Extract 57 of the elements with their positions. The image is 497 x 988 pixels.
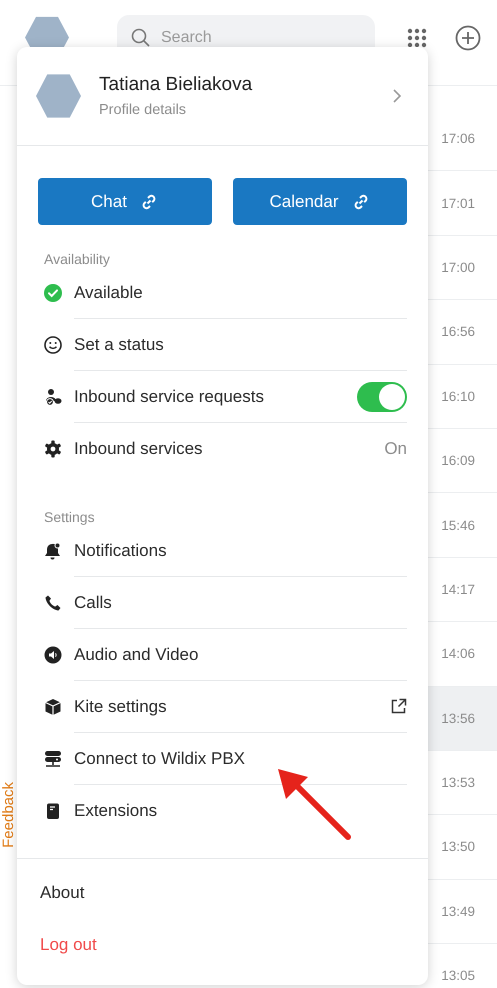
status-check-icon <box>44 284 62 302</box>
chat-time: 15:46 <box>441 518 475 533</box>
menu-item-label: Connect to Wildix PBX <box>74 748 246 768</box>
smiley-icon <box>44 336 62 354</box>
chat-time: 16:56 <box>441 324 475 340</box>
menu-item[interactable]: Extensions <box>17 785 428 837</box>
menu-item[interactable]: Inbound services On <box>17 423 428 475</box>
chat-time: 17:06 <box>441 131 475 146</box>
section-title: Settings <box>43 508 96 525</box>
menu-item-label: Notifications <box>74 540 167 560</box>
logout-item[interactable]: Log out <box>17 919 428 971</box>
chat-time: 16:09 <box>441 453 475 468</box>
section-title: Availability <box>43 250 111 267</box>
apps-grid-icon[interactable] <box>407 28 427 48</box>
user-name: Tatiana Bieliakova <box>99 74 254 96</box>
menu-item[interactable]: About <box>17 867 428 919</box>
menu-item-label: Extensions <box>74 801 158 821</box>
chat-time: 13:53 <box>441 775 475 790</box>
chat-time: 17:01 <box>441 196 475 211</box>
chat-time: 13:56 <box>441 710 475 726</box>
chat-time: 13:05 <box>441 968 475 984</box>
chat-time: 16:10 <box>441 388 475 404</box>
chat-time: 14:06 <box>441 646 475 662</box>
menu-item[interactable]: Calls <box>17 577 428 629</box>
speaker-icon <box>44 646 62 664</box>
chevron-right-icon[interactable] <box>392 88 402 104</box>
menu-item[interactable]: Available <box>17 267 428 319</box>
menu-item[interactable]: Kite settings <box>17 681 428 733</box>
gear-icon <box>44 440 62 458</box>
menu-item-label: Available <box>74 282 143 302</box>
menu-item-label: Kite settings <box>74 696 167 716</box>
menu-item[interactable]: Set a status <box>17 319 428 371</box>
toggle-switch[interactable] <box>357 382 407 412</box>
menu-item-label: Inbound service requests <box>74 386 264 406</box>
people-check-icon <box>44 388 62 406</box>
menu-item-label: Audio and Video <box>74 644 198 664</box>
box-icon <box>44 698 62 716</box>
search-icon <box>131 28 151 48</box>
add-icon[interactable] <box>455 24 481 50</box>
bell-icon <box>44 542 62 560</box>
chat-time: 14:17 <box>441 582 475 597</box>
chat-time: 13:49 <box>441 904 475 919</box>
setting-value: On <box>384 439 407 459</box>
chat-time: 17:00 <box>441 260 475 275</box>
menu-item[interactable]: Notifications <box>17 525 428 577</box>
link-button[interactable]: Chat <box>38 178 212 225</box>
chat-time: 13:50 <box>441 839 475 854</box>
menu-item[interactable]: Audio and Video <box>17 629 428 681</box>
menu-item[interactable]: Inbound service requests <box>17 371 428 423</box>
menu-item-label: Inbound services <box>74 439 203 459</box>
menu-item-label: Calls <box>74 592 112 612</box>
server-icon <box>44 750 62 768</box>
external-link-icon <box>390 698 407 715</box>
clipboard-icon <box>44 802 62 820</box>
phone-icon <box>44 594 62 612</box>
link-button[interactable]: Calendar <box>233 178 407 225</box>
menu-item-label: Set a status <box>74 334 164 354</box>
